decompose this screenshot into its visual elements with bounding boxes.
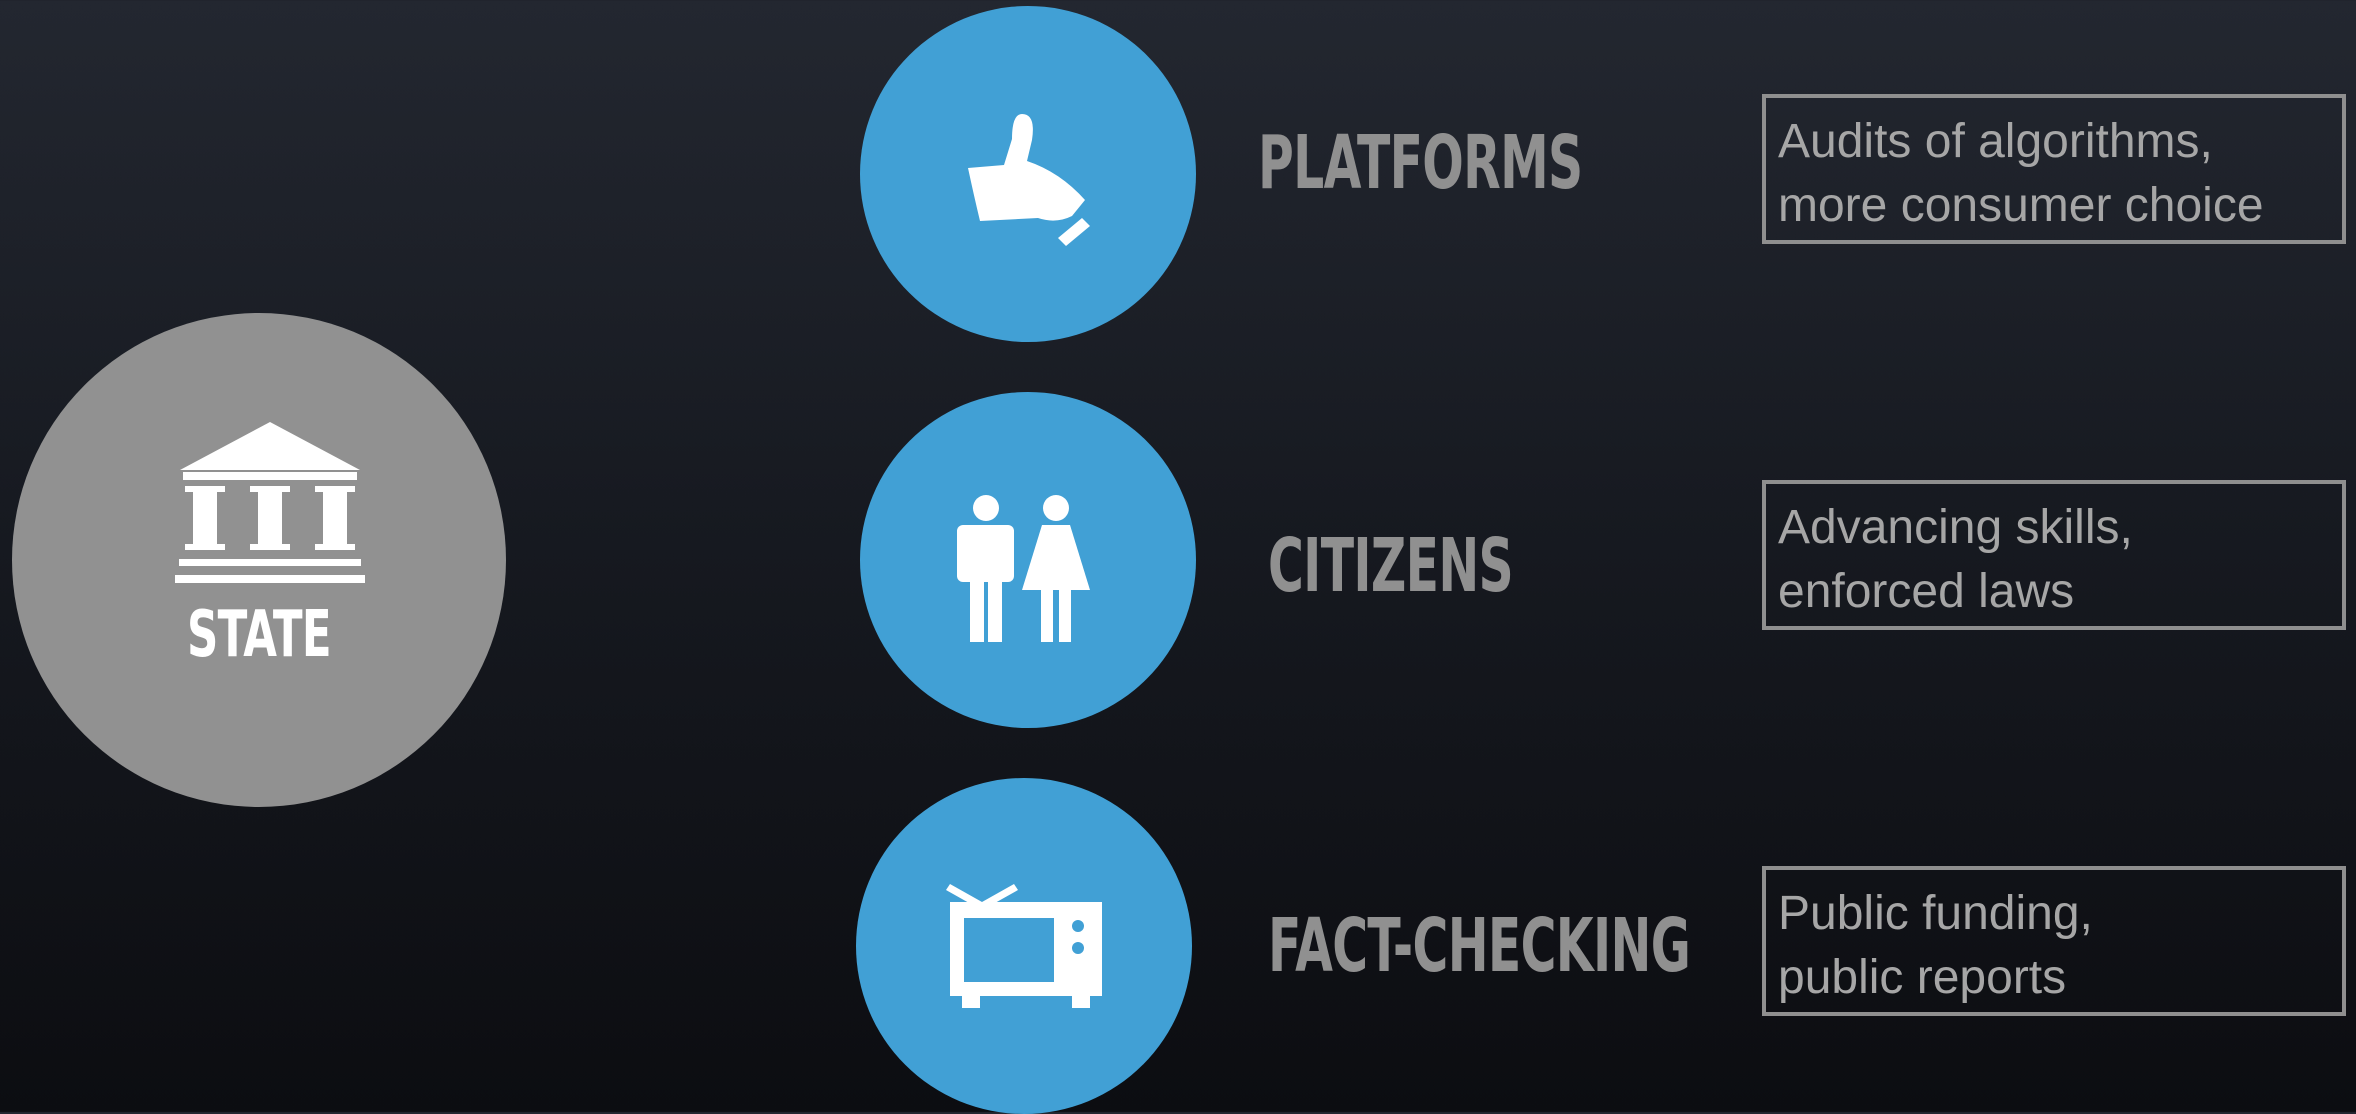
- description-line: Public funding,: [1778, 887, 2093, 940]
- citizens-node: [860, 392, 1196, 728]
- platforms-node: [860, 6, 1196, 342]
- item-label-platforms: PLATFORMS: [1258, 120, 1583, 206]
- fact-checking-node: [856, 778, 1192, 1114]
- description-line: more consumer choice: [1778, 179, 2264, 232]
- thumbs-up-icon: [968, 114, 1090, 246]
- item-label-citizens: CITIZENS: [1268, 523, 1514, 609]
- description-line: Audits of algorithms,: [1778, 115, 2213, 168]
- description-box-fact-checking: Public funding, public reports: [1762, 866, 2346, 1016]
- description-line: Advancing skills,: [1778, 501, 2133, 554]
- man-woman-icon: [957, 495, 1090, 642]
- description-line: enforced laws: [1778, 565, 2075, 618]
- description-line: public reports: [1778, 951, 2067, 1004]
- description-box-citizens: Advancing skills, enforced laws: [1762, 480, 2346, 630]
- description-box-platforms: Audits of algorithms, more consumer choi…: [1762, 94, 2346, 244]
- state-node: STATE: [12, 313, 506, 807]
- television-icon: [946, 884, 1102, 1008]
- government-building-icon: [175, 422, 365, 583]
- item-label-fact-checking: FACT-CHECKING: [1268, 903, 1691, 989]
- state-label: STATE: [187, 598, 332, 672]
